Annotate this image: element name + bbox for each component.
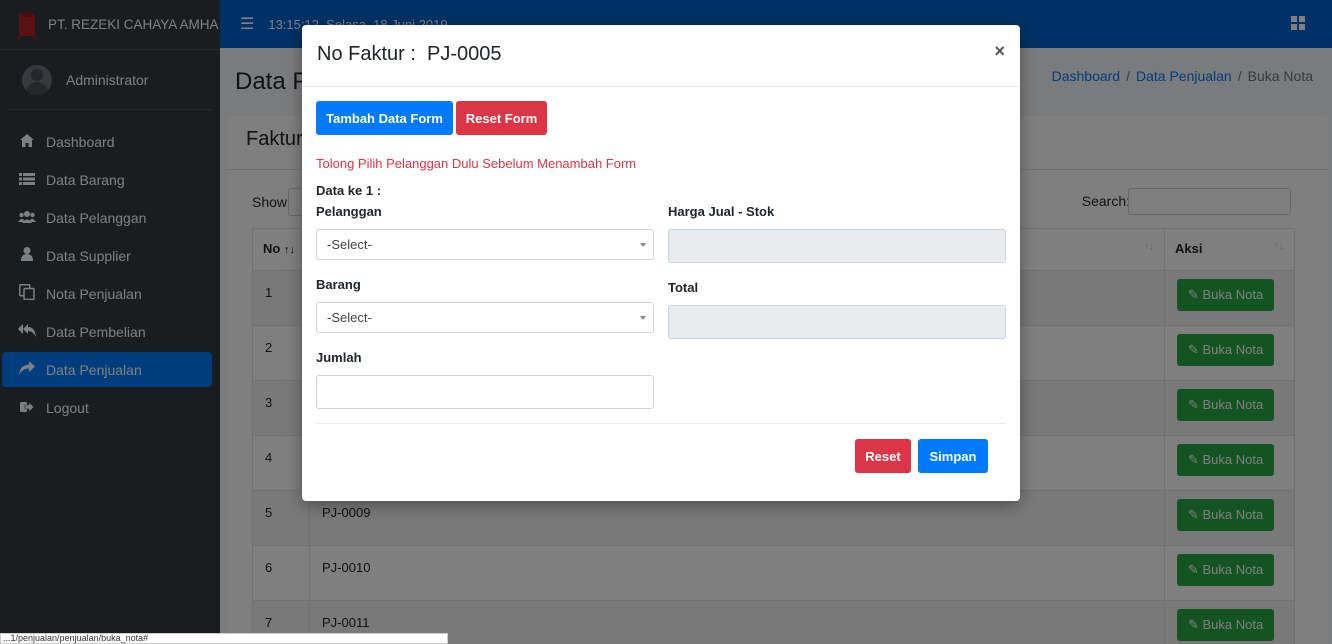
jumlah-input[interactable]	[316, 375, 654, 409]
harga-stok-field[interactable]	[668, 229, 1006, 263]
data-index-label: Data ke 1 :	[316, 183, 382, 198]
warning-message: Tolong Pilih Pelanggan Dulu Sebelum Mena…	[316, 156, 637, 171]
barang-label: Barang	[316, 277, 361, 292]
harga-label: Harga Jual - Stok	[668, 204, 775, 219]
modal-header: No Faktur : PJ-0005 ×	[302, 25, 1020, 87]
tambah-data-form-button[interactable]: Tambah Data Form	[316, 101, 453, 135]
simpan-button[interactable]: Simpan	[918, 439, 988, 473]
barang-selected: -Select-	[327, 310, 372, 325]
chevron-down-icon	[640, 316, 646, 320]
pelanggan-selected: -Select-	[327, 237, 372, 252]
total-label: Total	[668, 280, 699, 295]
reset-button[interactable]: Reset	[855, 439, 911, 473]
jumlah-label: Jumlah	[316, 350, 362, 365]
total-field[interactable]	[668, 305, 1006, 339]
modal-title: No Faktur : PJ-0005	[317, 43, 502, 65]
close-icon[interactable]: ×	[994, 41, 1005, 62]
status-bar-url: ...1/penjualan/penjualan/buka_nota#	[0, 633, 448, 644]
buka-nota-modal: No Faktur : PJ-0005 × Tambah Data Form R…	[302, 25, 1020, 501]
reset-form-button[interactable]: Reset Form	[456, 101, 547, 135]
chevron-down-icon	[640, 243, 646, 247]
divider	[316, 423, 1006, 424]
barang-select[interactable]: -Select-	[316, 302, 654, 333]
pelanggan-select[interactable]: -Select-	[316, 229, 654, 260]
pelanggan-label: Pelanggan	[316, 204, 382, 219]
